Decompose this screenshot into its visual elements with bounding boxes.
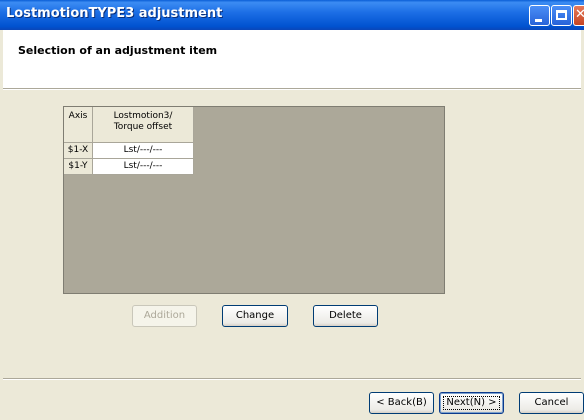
column-header-lostmotion[interactable]: Lostmotion3/ Torque offset — [93, 107, 194, 143]
table-cell[interactable]: Lst/---/--- — [93, 143, 194, 159]
page-title: Selection of an adjustment item — [18, 44, 218, 57]
axis-grid[interactable]: Axis Lostmotion3/ Torque offset $1-X Lst… — [63, 106, 445, 294]
row-header-axis[interactable]: $1-X — [64, 143, 93, 159]
dialog-window: LostmotionTYPE3 adjustment Selection of … — [0, 0, 584, 420]
delete-button[interactable]: Delete — [313, 305, 378, 327]
focus-rect — [443, 396, 500, 410]
column-header-axis[interactable]: Axis — [64, 107, 93, 143]
cancel-button[interactable]: Cancel — [519, 392, 584, 414]
minimize-icon[interactable] — [529, 5, 550, 26]
back-button[interactable]: < Back(B) — [369, 392, 434, 414]
addition-button[interactable]: Addition — [132, 305, 197, 327]
close-icon[interactable] — [573, 5, 584, 26]
change-button[interactable]: Change — [222, 305, 288, 327]
next-button[interactable]: Next(N) > — [439, 392, 504, 414]
window-title: LostmotionTYPE3 adjustment — [6, 6, 223, 21]
footer-divider-highlight — [3, 379, 581, 380]
table-cell[interactable]: Lst/---/--- — [93, 159, 194, 175]
header-panel: Selection of an adjustment item — [3, 30, 581, 89]
row-header-axis[interactable]: $1-Y — [64, 159, 93, 175]
maximize-icon[interactable] — [551, 5, 572, 26]
header-divider — [3, 89, 581, 90]
title-bar[interactable]: LostmotionTYPE3 adjustment — [0, 0, 584, 30]
